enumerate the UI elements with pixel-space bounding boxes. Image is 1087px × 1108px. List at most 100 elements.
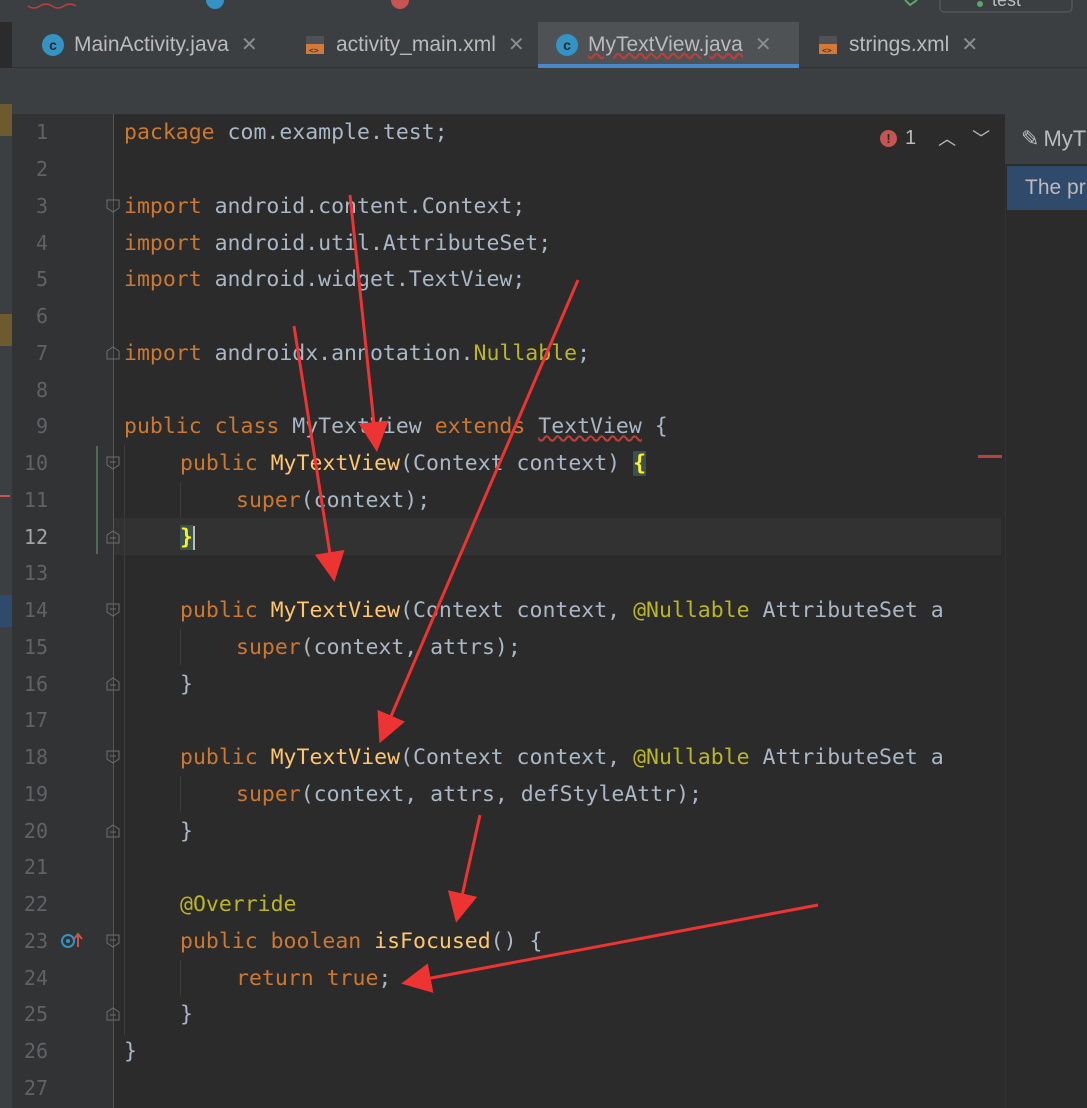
code-line[interactable]: } <box>124 1033 137 1070</box>
code-line[interactable]: } <box>180 813 193 850</box>
fold-marker-icon[interactable] <box>106 1007 120 1021</box>
line-number: 16 <box>23 672 48 696</box>
code-line[interactable]: import androidx.annotation.Nullable; <box>124 335 590 372</box>
indent-guide <box>180 960 181 996</box>
code-line[interactable]: public boolean isFocused() { <box>180 923 542 960</box>
fold-marker-icon[interactable] <box>106 530 120 544</box>
tab-main-activity[interactable]: c MainActivity.java ✕ <box>24 22 286 67</box>
override-method-icon[interactable] <box>60 930 84 952</box>
svg-text:<>: <> <box>309 46 319 55</box>
tab-label: activity_main.xml <box>336 32 496 56</box>
line-number: 1 <box>35 120 48 144</box>
code-line[interactable]: import android.content.Context; <box>124 188 525 225</box>
tab-label: MyTextView.java <box>588 32 743 56</box>
code-line[interactable]: public class MyTextView extends TextView… <box>124 408 668 445</box>
breadcrumb-fragments <box>27 0 1073 13</box>
code-line[interactable]: package com.example.test; <box>124 114 448 151</box>
breadcrumb-bar: test <box>0 0 1087 22</box>
line-number: 7 <box>35 341 48 365</box>
line-number: 9 <box>35 414 48 438</box>
indent-guide <box>180 629 181 665</box>
code-line[interactable]: public MyTextView(Context context, @Null… <box>180 739 944 776</box>
error-stripe-mark[interactable] <box>978 455 1002 458</box>
line-number: 20 <box>23 819 48 843</box>
vcs-change-marker <box>96 446 98 554</box>
editor-tab-bar: c MainActivity.java ✕ <> activity_main.x… <box>12 22 1087 68</box>
fold-marker-icon[interactable] <box>106 677 120 691</box>
line-number: 6 <box>35 304 48 328</box>
indent-guide <box>180 482 181 518</box>
fold-marker-icon[interactable] <box>106 603 120 617</box>
previous-highlight-icon[interactable]: ︿ <box>938 125 956 151</box>
code-line[interactable]: public MyTextView(Context context) { <box>180 445 647 482</box>
close-icon[interactable]: ✕ <box>961 32 978 57</box>
tab-label: MainActivity.java <box>74 32 229 56</box>
line-number: 21 <box>23 855 48 879</box>
code-line[interactable]: super(context); <box>236 482 430 519</box>
indent-guide <box>180 776 181 812</box>
close-icon[interactable]: ✕ <box>755 32 772 57</box>
error-icon: ! <box>880 129 897 147</box>
text-caret <box>192 526 195 550</box>
code-line[interactable]: import android.widget.TextView; <box>124 261 525 298</box>
fold-marker-icon[interactable] <box>106 750 120 764</box>
right-panel-header[interactable]: ✎ MyT <box>1005 114 1087 164</box>
fold-marker-icon[interactable] <box>106 934 120 948</box>
close-icon[interactable]: ✕ <box>241 32 258 57</box>
run-config-label[interactable]: test <box>992 0 1021 11</box>
fold-marker-icon[interactable] <box>106 824 120 838</box>
code-line[interactable]: public MyTextView(Context context, @Null… <box>180 592 944 629</box>
indent-guide <box>124 445 125 1035</box>
line-number: 23 <box>23 929 48 953</box>
right-panel-title: MyT <box>1043 126 1087 151</box>
line-number: 19 <box>23 782 48 806</box>
line-number: 4 <box>35 231 48 255</box>
code-line[interactable]: } <box>180 996 193 1033</box>
fold-marker-icon[interactable] <box>106 346 120 360</box>
code-line[interactable]: return true; <box>236 960 391 997</box>
right-panel-message: The pr <box>1007 166 1087 210</box>
java-class-icon: c <box>42 33 64 56</box>
error-count: 1 <box>905 126 917 149</box>
line-number: 18 <box>23 745 48 769</box>
line-number: 22 <box>23 892 48 916</box>
line-number: 11 <box>23 488 48 512</box>
code-line[interactable]: } <box>180 519 195 556</box>
tab-activity-main-xml[interactable]: <> activity_main.xml ✕ <box>286 22 542 67</box>
xml-file-icon: <> <box>306 35 324 55</box>
java-class-icon: c <box>556 33 578 56</box>
code-line[interactable]: super(context, attrs); <box>236 629 521 666</box>
line-number: 15 <box>23 635 48 659</box>
line-number: 3 <box>35 194 48 218</box>
code-line[interactable]: } <box>180 666 193 703</box>
line-number: 27 <box>23 1076 48 1100</box>
next-highlight-icon[interactable]: ﹀ <box>972 125 990 151</box>
tool-icon: ✎ <box>1021 126 1040 151</box>
svg-text:<>: <> <box>822 46 832 55</box>
tab-mytextview[interactable]: c MyTextView.java ✕ <box>538 22 799 68</box>
code-line[interactable]: super(context, attrs, defStyleAttr); <box>236 776 702 813</box>
line-number: 14 <box>23 598 48 622</box>
line-number: 8 <box>35 378 48 402</box>
tab-strings-xml[interactable]: <> strings.xml ✕ <box>799 22 999 67</box>
line-number: 13 <box>23 561 48 585</box>
close-icon[interactable]: ✕ <box>508 32 525 57</box>
line-number: 24 <box>23 966 48 990</box>
line-number: 26 <box>23 1039 48 1063</box>
line-number: 2 <box>35 157 48 181</box>
xml-file-icon: <> <box>819 35 837 55</box>
code-line[interactable]: import android.util.AttributeSet; <box>124 225 551 262</box>
line-number: 17 <box>23 708 48 732</box>
current-line-highlight <box>114 518 1001 555</box>
line-number: 10 <box>23 451 48 475</box>
right-tool-panel <box>1005 114 1087 1108</box>
inspection-widget[interactable]: ! 1 ︿ ﹀ <box>880 122 990 154</box>
left-tool-strip <box>0 68 12 1108</box>
tab-label: strings.xml <box>849 32 950 56</box>
code-line[interactable]: @Override <box>180 886 297 923</box>
editor-subbar <box>12 68 1087 115</box>
line-number: 5 <box>35 267 48 291</box>
fold-marker-icon[interactable] <box>106 199 120 213</box>
line-number: 12 <box>23 525 48 549</box>
fold-marker-icon[interactable] <box>106 456 120 470</box>
